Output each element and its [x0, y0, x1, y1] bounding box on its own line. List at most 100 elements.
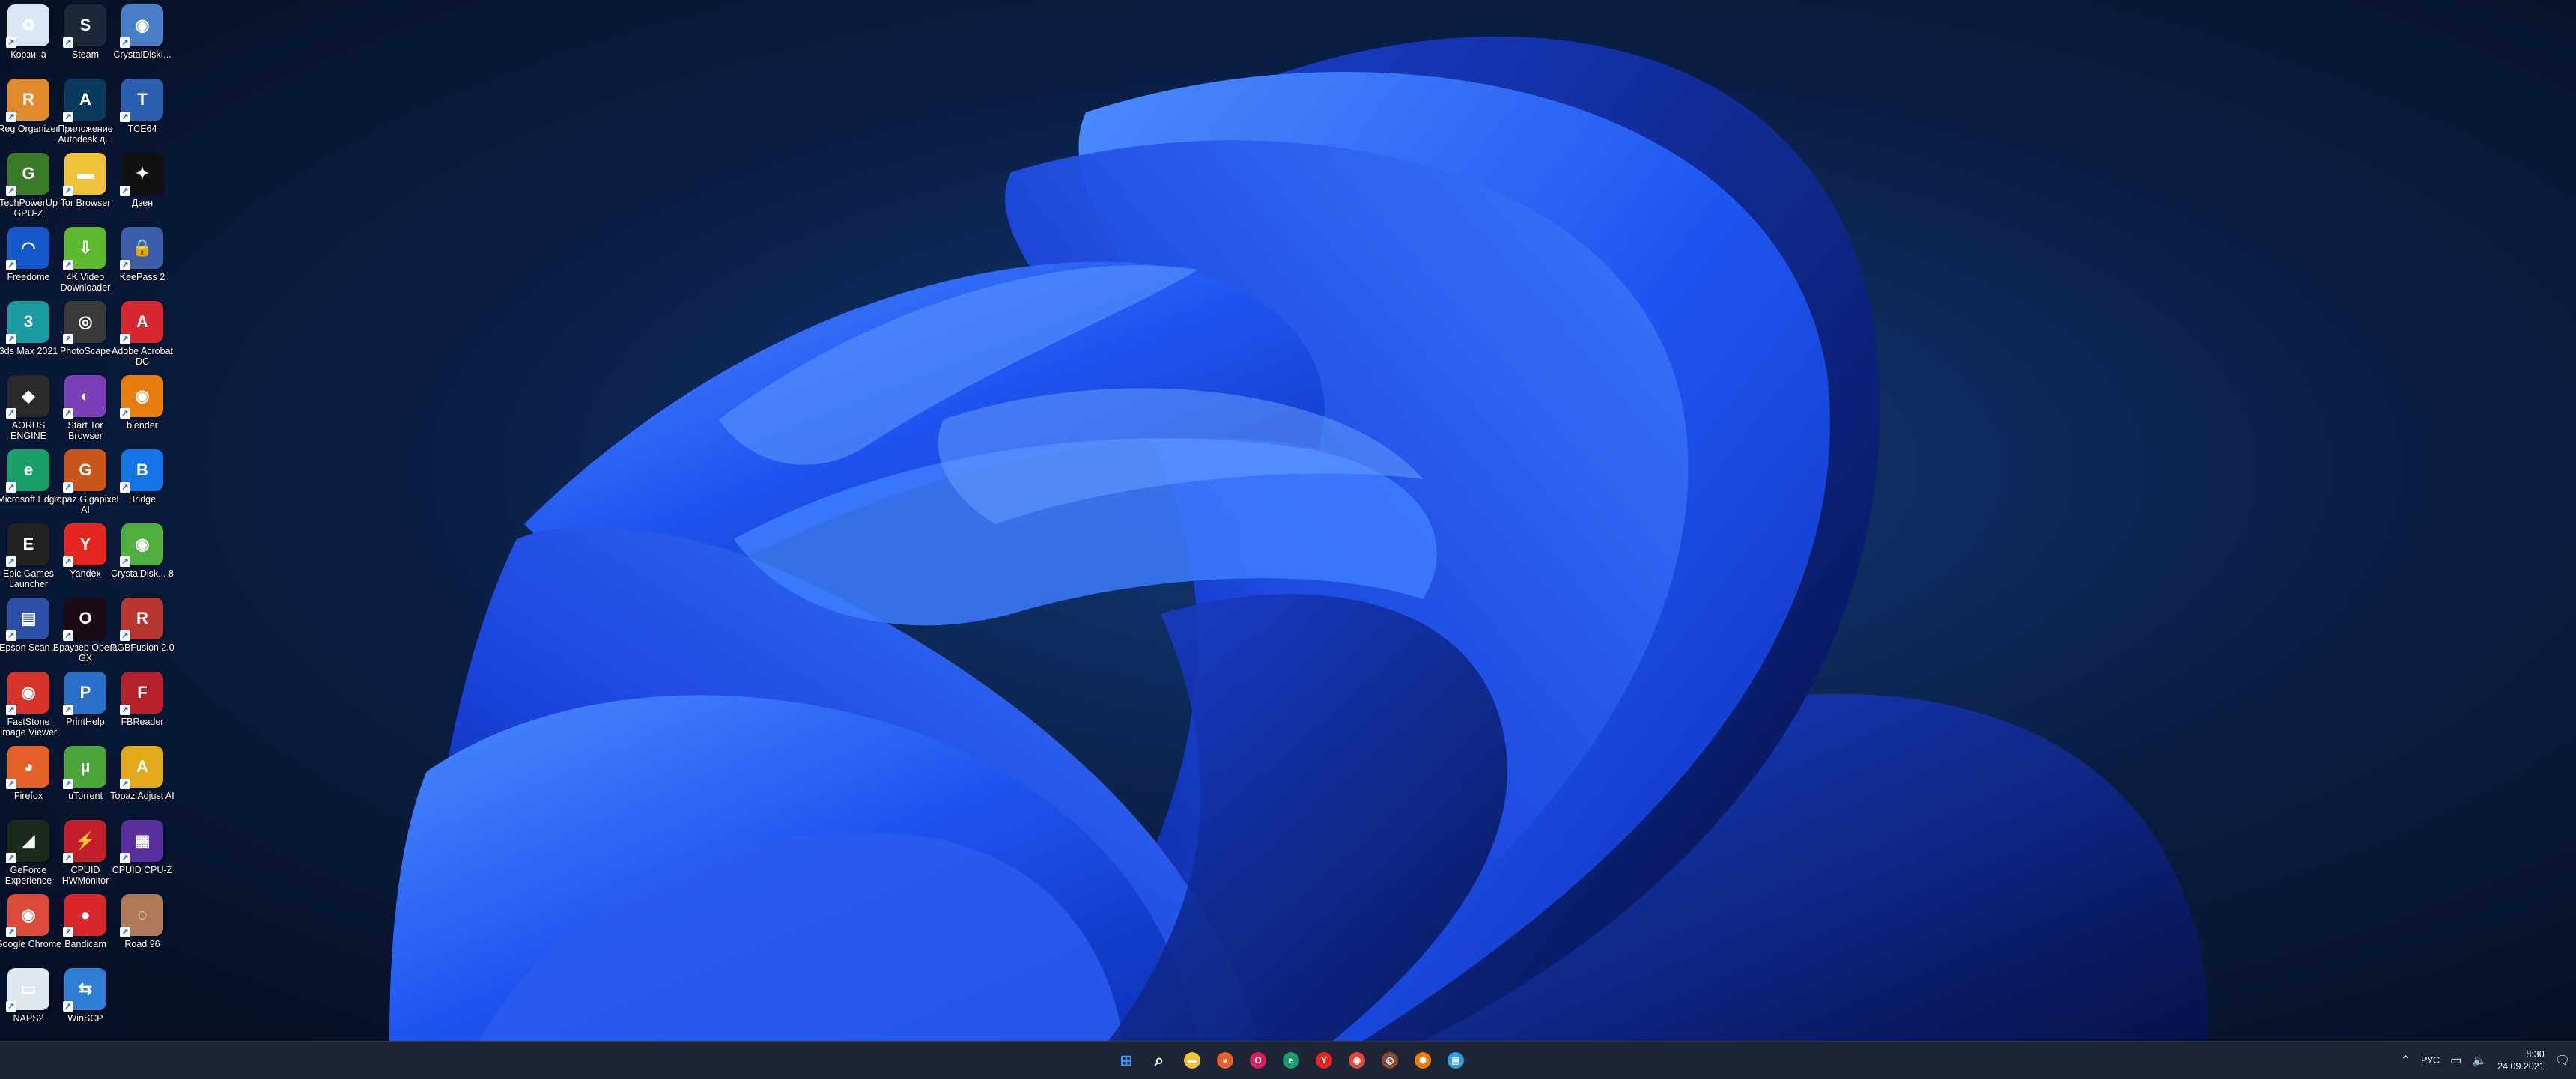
desktop-icon[interactable]: ◉ ↗ CrystalDisk... 8 [111, 523, 174, 595]
desktop-icon[interactable]: ♻ ↗ Корзина [0, 4, 57, 76]
bridge-icon: B ↗ [120, 449, 163, 493]
desktop-icon[interactable]: S ↗ Steam [57, 4, 114, 76]
taskbar-button[interactable]: ✱ [1408, 1045, 1438, 1075]
photoscape-icon: ◎ [1382, 1052, 1398, 1069]
desktop-icon[interactable]: ◐ ↗ Start Tor Browser [57, 375, 114, 447]
desktop-icon[interactable]: ◎ ↗ PhotoScape [57, 301, 114, 373]
shortcut-arrow-icon: ↗ [63, 112, 73, 122]
dzen-icon: ✦ ↗ [120, 153, 163, 196]
chrome-icon: ◉ [1349, 1052, 1365, 1069]
desktop-icon-label: WinSCP [67, 1013, 103, 1024]
desktop-icon[interactable]: 3 ↗ 3ds Max 2021 [0, 301, 58, 373]
shortcut-arrow-icon: ↗ [63, 482, 73, 493]
notification-icon[interactable]: 🗨 [2555, 1053, 2570, 1068]
acrobat-icon: A ↗ [120, 301, 163, 344]
network-icon[interactable]: ▭ [2450, 1053, 2461, 1068]
desktop-icon[interactable]: A ↗ Приложение Autodesk д... [57, 79, 114, 151]
desktop-icon[interactable]: Y ↗ Yandex [57, 523, 114, 595]
taskbar-button[interactable]: ⌕ [1144, 1045, 1174, 1075]
desktop-icon[interactable]: ⇩ ↗ 4K Video Downloader [57, 227, 114, 299]
taskbar-button[interactable]: ◎ [1375, 1045, 1405, 1075]
shortcut-arrow-icon: ↗ [63, 705, 73, 715]
taskbar-button[interactable]: e [1276, 1045, 1306, 1075]
aorus-icon: ◆ ↗ [6, 375, 49, 419]
desktop-icon[interactable]: G ↗ Topaz Gigapixel AI [52, 449, 118, 521]
taskbar-button[interactable]: ◉ [1342, 1045, 1372, 1075]
windows-start-icon: ⊞ [1120, 1052, 1133, 1069]
freedome-icon: ◠ ↗ [6, 227, 49, 270]
shortcut-arrow-icon: ↗ [63, 1001, 73, 1012]
shortcut-arrow-icon: ↗ [6, 37, 16, 48]
desktop-icon[interactable]: B ↗ Bridge [114, 449, 171, 521]
taskbar-button[interactable]: ▬ [1177, 1045, 1207, 1075]
cpu-z-icon: ▦ ↗ [120, 820, 163, 863]
clock[interactable]: 8:30 24.09.2021 [2497, 1048, 2545, 1072]
hwmonitor-icon: ⚡ ↗ [63, 820, 106, 863]
shortcut-arrow-icon: ↗ [120, 334, 130, 344]
desktop-icon[interactable]: ▦ ↗ CPUID CPU-Z [112, 820, 172, 892]
shortcut-arrow-icon: ↗ [120, 853, 130, 863]
desktop-icon[interactable]: G ↗ TechPowerUp GPU-Z [0, 153, 58, 225]
input-language[interactable]: РУС [2421, 1055, 2440, 1066]
shortcut-arrow-icon: ↗ [120, 705, 130, 715]
folder-icon: ▬ ↗ [63, 153, 106, 196]
shortcut-arrow-icon: ↗ [6, 927, 16, 937]
gpu-z-icon: G ↗ [6, 153, 49, 196]
chrome-icon: ◉ ↗ [6, 894, 49, 937]
desktop-icon[interactable]: e ↗ Microsoft Edge [0, 449, 60, 521]
volume-icon[interactable]: 🔈 [2472, 1053, 2487, 1068]
taskbar-button[interactable]: ⊞ [1111, 1045, 1141, 1075]
photoscape-icon: ◎ ↗ [63, 301, 106, 344]
desktop-icon[interactable]: ◠ ↗ Freedome [0, 227, 57, 299]
desktop-icon[interactable]: ◕ ↗ Firefox [0, 746, 57, 818]
desktop-icon[interactable]: µ ↗ uTorrent [57, 746, 114, 818]
shortcut-arrow-icon: ↗ [63, 927, 73, 937]
desktop-icon[interactable]: ▤ ↗ Epson Scan 2 [0, 598, 58, 669]
desktop-icon[interactable]: ▭ ↗ NAPS2 [0, 968, 57, 1040]
geforce-icon: ◢ ↗ [6, 820, 49, 863]
shortcut-arrow-icon: ↗ [120, 927, 130, 937]
recycle-bin-icon: ♻ ↗ [6, 4, 49, 48]
desktop-icon[interactable]: T ↗ TCE64 [114, 79, 171, 151]
desktop-icon[interactable]: P ↗ PrintHelp [57, 672, 114, 744]
desktop-icon[interactable]: ⇆ ↗ WinSCP [57, 968, 114, 1040]
desktop-icon[interactable]: R ↗ Reg Organizer [0, 79, 59, 151]
crystaldiskmark-icon: ◉ ↗ [120, 523, 163, 567]
desktop-icon[interactable]: ◆ ↗ AORUS ENGINE [0, 375, 57, 447]
taskbar-button[interactable]: ▤ [1441, 1045, 1471, 1075]
chevron-up-icon[interactable]: ⌃ [2401, 1053, 2411, 1068]
desktop-icon[interactable]: A ↗ Adobe Acrobat DC [112, 301, 173, 373]
firefox-icon: ◕ [1217, 1052, 1233, 1069]
shortcut-arrow-icon: ↗ [6, 408, 16, 419]
desktop-icon[interactable]: ◉ ↗ Google Chrome [0, 894, 61, 966]
shortcut-arrow-icon: ↗ [63, 779, 73, 789]
desktop-icon[interactable]: F ↗ FBReader [114, 672, 171, 744]
desktop-icon[interactable]: ◉ ↗ CrystalDiskI... [113, 4, 171, 76]
shortcut-arrow-icon: ↗ [6, 779, 16, 789]
taskbar-button[interactable]: O [1243, 1045, 1273, 1075]
shortcut-arrow-icon: ↗ [63, 556, 73, 567]
desktop-icon[interactable]: E ↗ Epic Games Launcher [0, 523, 57, 595]
desktop-icon[interactable]: ▬ ↗ Tor Browser [57, 153, 114, 225]
tor-browser-icon: ◐ ↗ [63, 375, 106, 419]
crystaldiskinfo-icon: ◉ ↗ [120, 4, 163, 48]
keepass-icon: 🔒 ↗ [120, 227, 163, 270]
desktop-icon[interactable]: ⚡ ↗ CPUID HWMonitor [57, 820, 114, 892]
topaz-gigapixel-icon: G ↗ [63, 449, 106, 493]
desktop-icon[interactable]: R ↗ RGBFusion 2.0 [110, 598, 174, 669]
taskbar-button[interactable]: Y [1309, 1045, 1339, 1075]
desktop-icon[interactable]: ◢ ↗ GeForce Experience [0, 820, 57, 892]
desktop-icon[interactable]: ● ↗ Bandicam [57, 894, 114, 966]
desktop-icon[interactable]: ◉ ↗ FastStone Image Viewer [0, 672, 57, 744]
desktop-icon[interactable]: A ↗ Topaz Adjust AI [110, 746, 174, 818]
desktop-icon-label: blender [127, 420, 158, 431]
desktop-icon[interactable]: ◌ ↗ Road 96 [114, 894, 171, 966]
desktop-icon-label: KeePass 2 [119, 272, 165, 282]
desktop-icon[interactable]: O ↗ Браузер Opera GX [53, 598, 118, 669]
desktop-icon[interactable]: ◉ ↗ blender [114, 375, 171, 447]
shortcut-arrow-icon: ↗ [120, 408, 130, 419]
desktop-icon[interactable]: 🔒 ↗ KeePass 2 [114, 227, 171, 299]
desktop-icon[interactable]: ✦ ↗ Дзен [114, 153, 171, 225]
shortcut-arrow-icon: ↗ [63, 186, 73, 196]
taskbar-button[interactable]: ◕ [1210, 1045, 1240, 1075]
